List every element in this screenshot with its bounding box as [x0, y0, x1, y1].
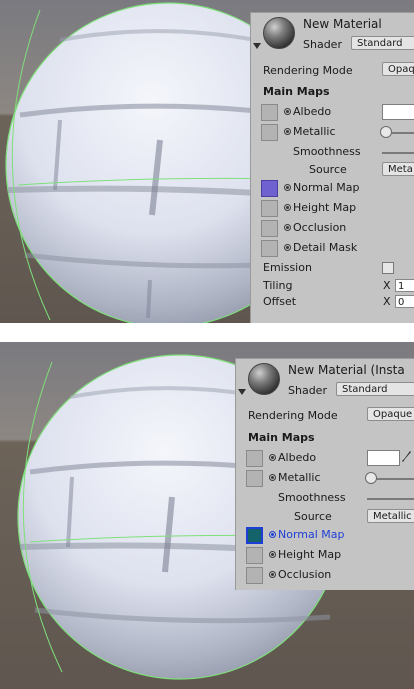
main-maps-heading: Main Maps [248, 431, 315, 444]
slider-knob[interactable] [380, 126, 392, 138]
height-map-label: Height Map [278, 548, 342, 561]
occlusion-texture-slot[interactable] [261, 220, 278, 237]
object-picker-icon[interactable] [284, 184, 291, 191]
occlusion-label: Occlusion [278, 568, 332, 581]
screenshot-top: New Material Shader Standard Rendering M… [0, 0, 414, 323]
emission-label: Emission [263, 261, 312, 274]
object-picker-icon[interactable] [269, 474, 276, 481]
eyedropper-icon[interactable] [402, 450, 412, 463]
rendering-mode-label: Rendering Mode [248, 409, 338, 422]
object-picker-icon[interactable] [284, 204, 291, 211]
object-picker-icon[interactable] [284, 244, 291, 251]
source-label: Source [294, 510, 332, 523]
separator [0, 323, 414, 342]
height-map-texture-slot[interactable] [261, 200, 278, 217]
inspector-panel-top: New Material Shader Standard Rendering M… [250, 12, 414, 323]
material-title: New Material (Insta [288, 363, 405, 377]
smoothness-label: Smoothness [293, 145, 361, 158]
albedo-texture-slot[interactable] [246, 450, 263, 467]
normal-map-label: Normal Map [293, 181, 360, 194]
normal-map-texture-slot[interactable] [261, 180, 278, 197]
object-picker-icon[interactable] [284, 128, 291, 135]
shader-label: Shader [288, 384, 327, 397]
object-picker-icon[interactable] [269, 571, 276, 578]
shader-dropdown[interactable]: Standard [336, 382, 414, 396]
object-picker-icon[interactable] [269, 531, 276, 538]
material-sphere-icon [263, 17, 295, 49]
albedo-color-swatch[interactable] [382, 104, 414, 120]
metallic-label: Metallic [278, 471, 321, 484]
detail-mask-label: Detail Mask [293, 241, 358, 254]
rendering-mode-dropdown[interactable]: Opaqu [382, 62, 414, 76]
tiling-x-label: X [383, 279, 391, 292]
albedo-label: Albedo [293, 105, 332, 118]
slider-knob[interactable] [365, 472, 377, 484]
shader-dropdown[interactable]: Standard [351, 36, 414, 50]
rendering-mode-label: Rendering Mode [263, 64, 353, 77]
foldout-arrow-icon[interactable] [253, 43, 261, 49]
detail-mask-texture-slot[interactable] [261, 240, 278, 257]
emission-checkbox[interactable] [382, 262, 394, 274]
source-dropdown[interactable]: Metallic [367, 509, 414, 523]
albedo-color-swatch[interactable] [367, 450, 400, 466]
offset-x-label: X [383, 295, 391, 308]
albedo-texture-slot[interactable] [261, 104, 278, 121]
offset-x-field[interactable]: 0 [395, 295, 414, 308]
offset-label: Offset [263, 295, 297, 308]
occlusion-label: Occlusion [293, 221, 347, 234]
source-label: Source [309, 163, 347, 176]
shader-label: Shader [303, 38, 342, 51]
smoothness-slider-track[interactable] [382, 152, 414, 154]
main-maps-heading: Main Maps [263, 85, 330, 98]
object-picker-icon[interactable] [284, 108, 291, 115]
material-sphere-icon [248, 363, 280, 395]
object-picker-icon[interactable] [269, 454, 276, 461]
object-picker-icon[interactable] [284, 224, 291, 231]
smoothness-slider-track[interactable] [367, 498, 414, 500]
smoothness-label: Smoothness [278, 491, 346, 504]
metallic-texture-slot[interactable] [261, 124, 278, 141]
occlusion-texture-slot[interactable] [246, 567, 263, 584]
rendering-mode-dropdown[interactable]: Opaque [367, 407, 414, 421]
albedo-label: Albedo [278, 451, 317, 464]
normal-map-label: Normal Map [278, 528, 345, 541]
source-dropdown[interactable]: Meta [382, 162, 414, 176]
height-map-texture-slot[interactable] [246, 547, 263, 564]
normal-map-texture-slot[interactable] [246, 527, 263, 544]
tiling-label: Tiling [263, 279, 293, 292]
inspector-panel-bottom: New Material (Insta Shader Standard Rend… [235, 358, 414, 590]
foldout-arrow-icon[interactable] [238, 389, 246, 395]
tiling-x-field[interactable]: 1 [395, 279, 414, 292]
metallic-texture-slot[interactable] [246, 470, 263, 487]
object-picker-icon[interactable] [269, 551, 276, 558]
screenshot-bottom: New Material (Insta Shader Standard Rend… [0, 342, 414, 689]
height-map-label: Height Map [293, 201, 357, 214]
metallic-label: Metallic [293, 125, 336, 138]
material-title: New Material [303, 17, 382, 31]
